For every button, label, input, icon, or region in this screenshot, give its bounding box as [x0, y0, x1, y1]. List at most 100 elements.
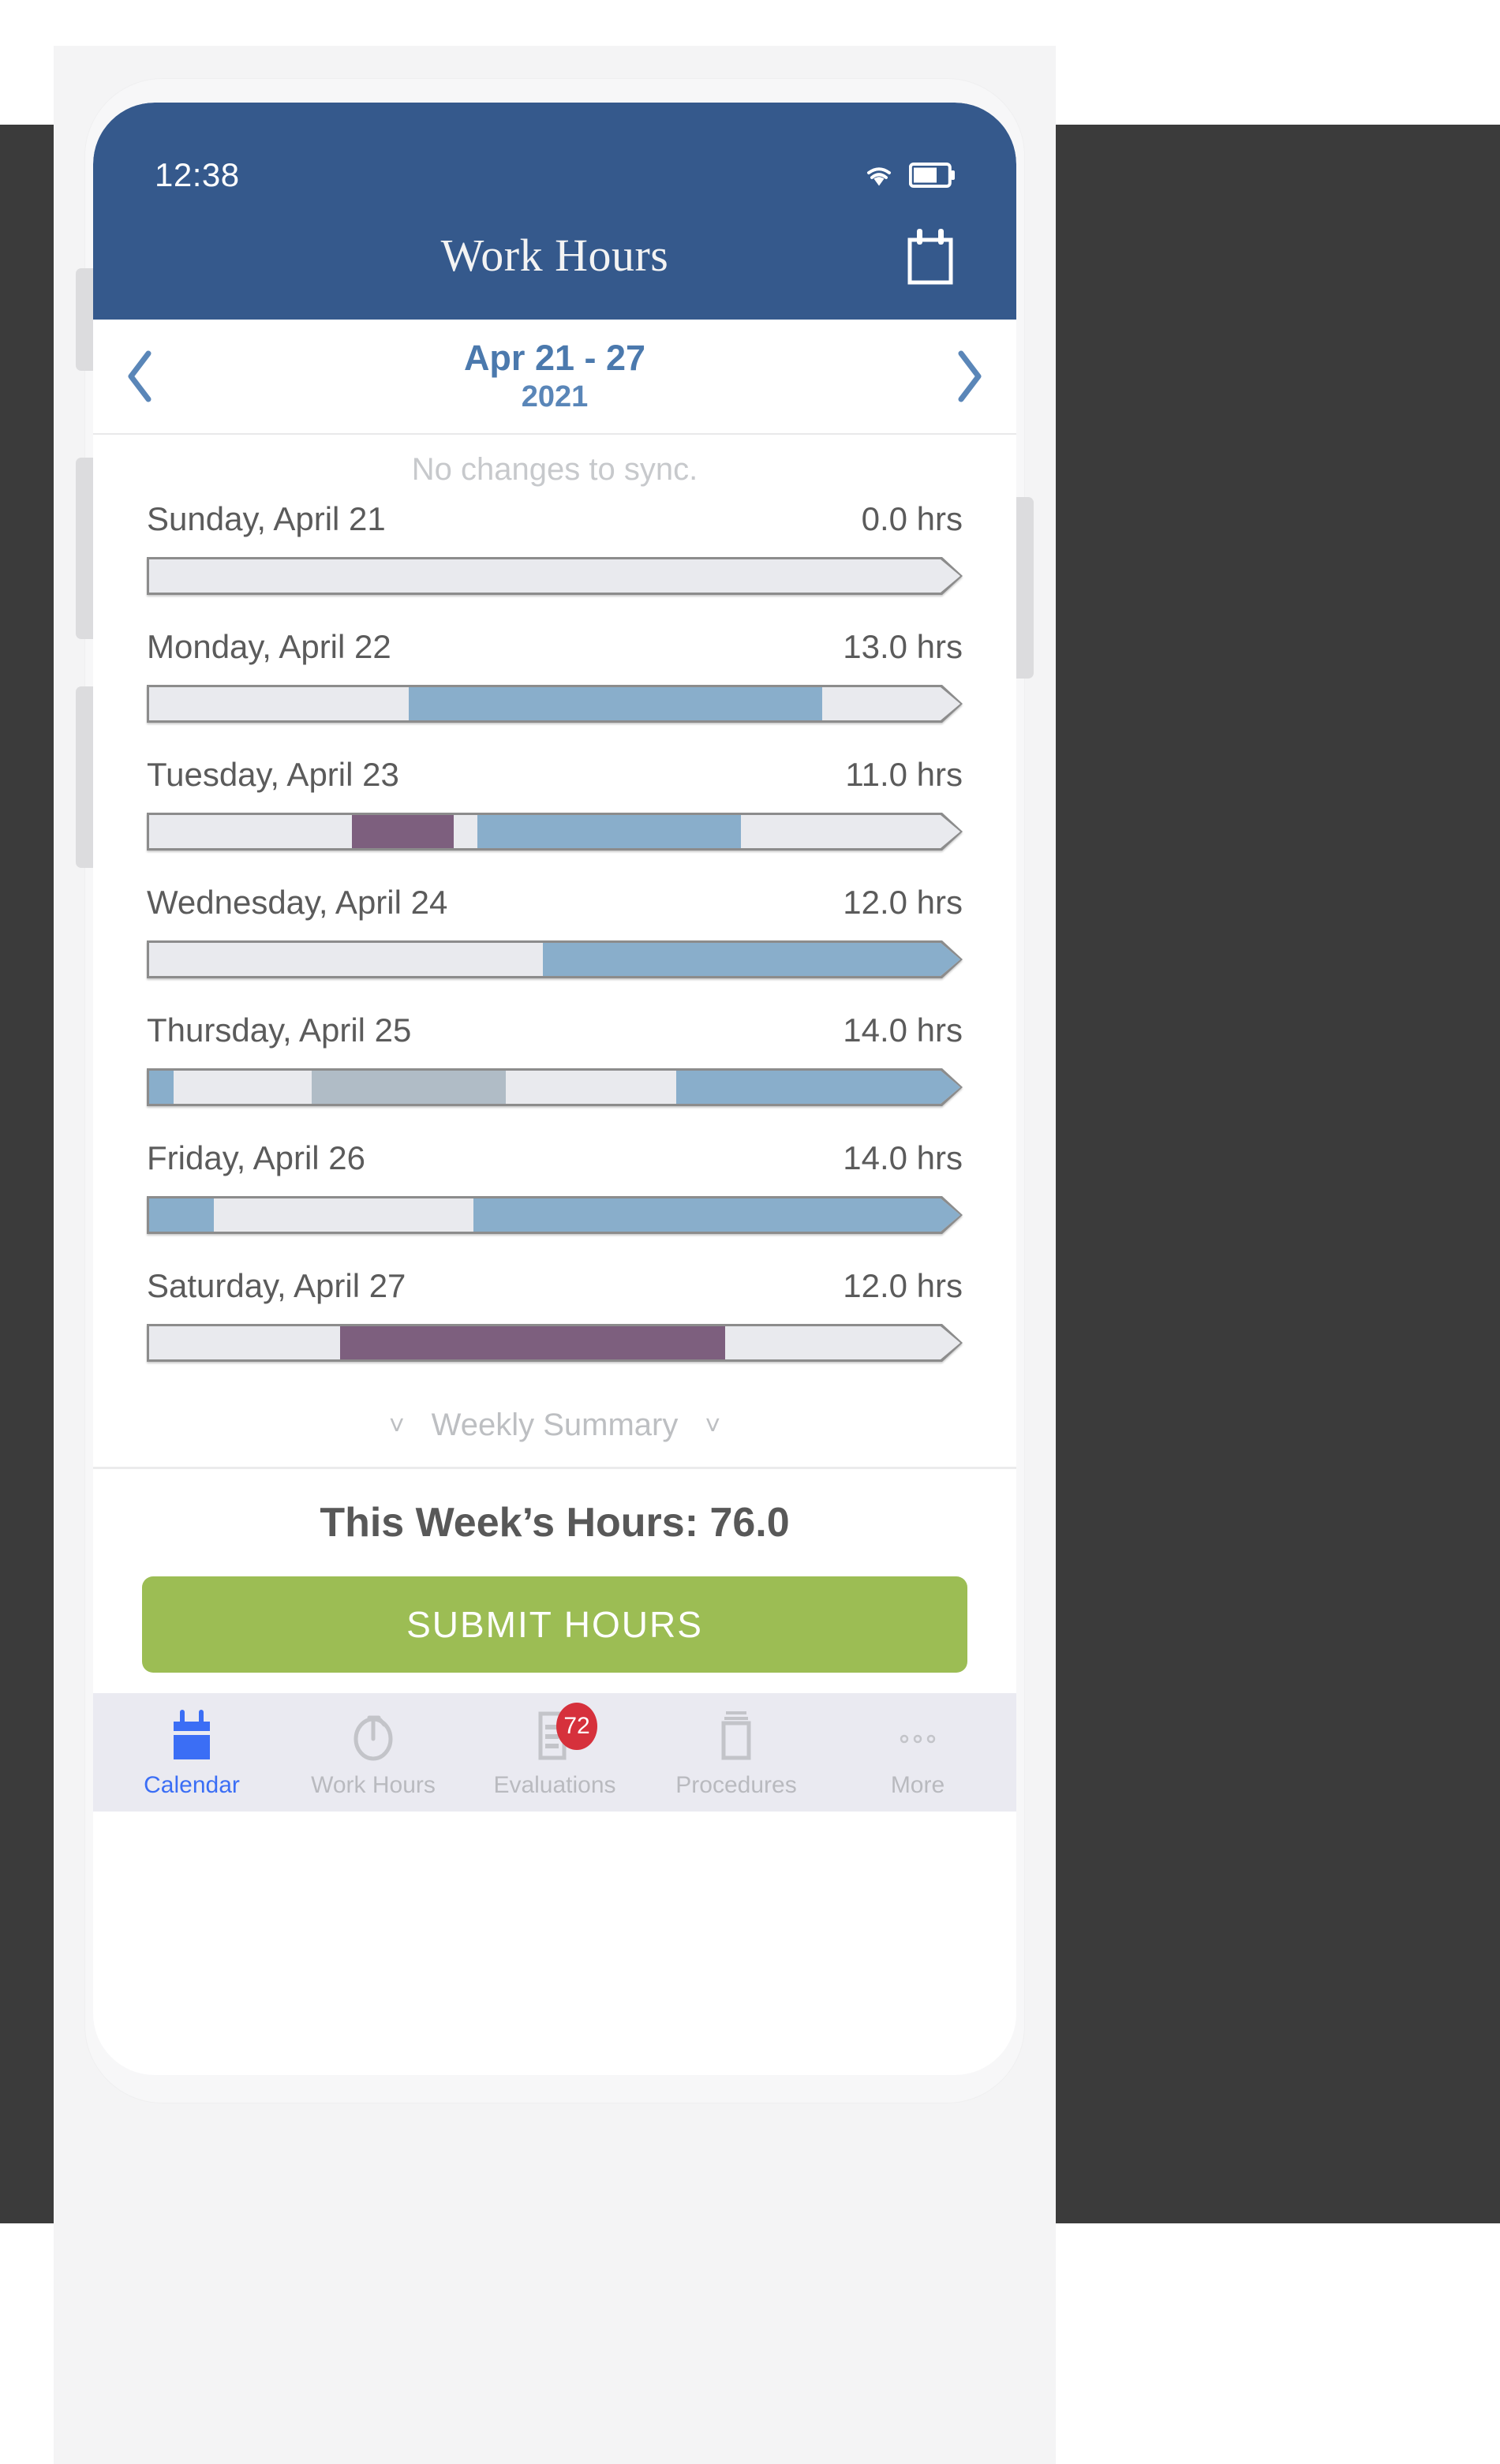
silent-switch-button[interactable] [76, 268, 93, 371]
day-row[interactable]: Friday, April 26 14.0 hrs [93, 1139, 1016, 1234]
sync-status-text: No changes to sync. [411, 452, 698, 487]
bar-segment [340, 1326, 725, 1359]
bar-segment [149, 1071, 174, 1104]
day-header: Wednesday, April 24 12.0 hrs [147, 884, 963, 922]
calendar-icon [167, 1707, 216, 1764]
weekly-summary-toggle[interactable]: ˅ Weekly Summary ˅ [93, 1395, 1016, 1469]
weekly-summary-label: Weekly Summary [431, 1408, 679, 1442]
day-list: No changes to sync. Sunday, April 21 0.0 … [93, 435, 1016, 1475]
day-header: Sunday, April 21 0.0 hrs [147, 500, 963, 538]
status-time: 12:38 [155, 156, 240, 193]
tab-more[interactable]: More [827, 1707, 1008, 1799]
day-hours-bar[interactable] [147, 940, 963, 978]
tab-label: Evaluations [493, 1772, 616, 1798]
bar-track [149, 687, 960, 720]
day-hours-value: 13.0 hrs [843, 628, 963, 665]
bar-segment [477, 815, 741, 848]
week-year-text: 2021 [521, 380, 589, 413]
day-row[interactable]: Wednesday, April 24 12.0 hrs [93, 884, 1016, 978]
day-row[interactable]: Thursday, April 25 14.0 hrs [93, 1011, 1016, 1106]
page-title: Work Hours [440, 230, 669, 281]
day-name-label: Tuesday, April 23 [147, 756, 399, 793]
tab-label: Procedures [675, 1772, 797, 1798]
week-label[interactable]: Apr 21 - 27 2021 [464, 339, 645, 413]
day-name-label: Friday, April 26 [147, 1139, 365, 1176]
day-hours-bar[interactable] [147, 1068, 963, 1106]
day-header: Thursday, April 25 14.0 hrs [147, 1011, 963, 1049]
notification-badge: 72 [556, 1703, 597, 1750]
day-name-label: Wednesday, April 24 [147, 884, 448, 921]
tab-label: More [890, 1772, 945, 1798]
bar-segment [676, 1071, 960, 1104]
bar-track [149, 815, 960, 848]
day-header: Tuesday, April 23 11.0 hrs [147, 756, 963, 794]
day-hours-value: 14.0 hrs [843, 1011, 963, 1049]
nav-calendar-button[interactable] [906, 227, 955, 286]
battery-icon [909, 163, 955, 188]
chevron-right-icon [958, 350, 982, 402]
footer-panel: This Week’s Hours: 76.0 SUBMIT HOURS [93, 1475, 1016, 1693]
ellipsis-icon [893, 1707, 942, 1764]
day-hours-bar[interactable] [147, 813, 963, 851]
day-name-label: Monday, April 22 [147, 628, 391, 665]
day-row[interactable]: Monday, April 22 13.0 hrs [93, 628, 1016, 723]
day-hours-bar[interactable] [147, 1324, 963, 1362]
sheet-top-strip [54, 0, 1056, 46]
tab-label: Calendar [144, 1772, 240, 1798]
day-header: Friday, April 26 14.0 hrs [147, 1139, 963, 1177]
bar-track [149, 1198, 960, 1232]
day-hours-bar[interactable] [147, 1196, 963, 1234]
chevron-down-icon-left: ˅ [388, 1410, 405, 1441]
list-icon [712, 1707, 761, 1764]
day-row[interactable]: Tuesday, April 23 11.0 hrs [93, 756, 1016, 851]
phone-device-frame: 12:38 Work Hours Apr 21 - 27 2021 No cha… [76, 79, 1034, 2103]
volume-up-button[interactable] [76, 458, 93, 639]
bar-segment [312, 1071, 507, 1104]
day-header: Monday, April 22 13.0 hrs [147, 628, 963, 666]
day-hours-value: 11.0 hrs [845, 756, 963, 793]
day-hours-value: 12.0 hrs [843, 884, 963, 921]
next-week-button[interactable] [937, 345, 1001, 408]
day-header: Saturday, April 27 12.0 hrs [147, 1267, 963, 1305]
day-name-label: Sunday, April 21 [147, 500, 386, 537]
power-button[interactable] [1016, 497, 1034, 679]
day-name-label: Thursday, April 25 [147, 1011, 412, 1049]
submit-hours-button[interactable]: SUBMIT HOURS [142, 1576, 967, 1673]
week-selector: Apr 21 - 27 2021 [93, 320, 1016, 435]
status-bar: 12:38 [93, 151, 1016, 199]
day-hours-bar[interactable] [147, 557, 963, 595]
navigation-bar: 12:38 Work Hours [93, 103, 1016, 320]
week-range-text: Apr 21 - 27 [463, 338, 646, 379]
day-hours-value: 14.0 hrs [843, 1139, 963, 1176]
day-row[interactable]: Sunday, April 21 0.0 hrs [93, 500, 1016, 595]
days-container: Sunday, April 21 0.0 hrs Monday, April 22 1… [93, 500, 1016, 1362]
day-row[interactable]: Saturday, April 27 12.0 hrs [93, 1267, 1016, 1362]
tab-calendar[interactable]: Calendar [101, 1707, 282, 1799]
status-icons [863, 163, 955, 188]
bar-track [149, 1326, 960, 1359]
day-hours-value: 12.0 hrs [843, 1267, 963, 1304]
bar-segment [543, 943, 960, 976]
bar-segment [352, 815, 454, 848]
tab-procedures[interactable]: Procedures [645, 1707, 827, 1799]
bar-track [149, 559, 960, 593]
phone-screen: 12:38 Work Hours Apr 21 - 27 2021 No cha… [93, 103, 1016, 2075]
tab-evaluations[interactable]: 72 Evaluations [464, 1703, 645, 1799]
tab-label: Work Hours [311, 1772, 436, 1798]
week-total-hours: This Week’s Hours: 76.0 [320, 1500, 790, 1546]
calendar-icon [907, 229, 953, 285]
bar-track [149, 943, 960, 976]
bottom-tab-bar: Calendar Work Hours 72 Evaluations Proced… [93, 1693, 1016, 1812]
bar-segment [149, 1198, 214, 1232]
bar-segment [473, 1198, 960, 1232]
day-hours-value: 0.0 hrs [861, 500, 963, 537]
chevron-left-icon [128, 350, 151, 402]
tab-work-hours[interactable]: Work Hours [282, 1707, 464, 1799]
clock-icon [349, 1707, 398, 1764]
day-hours-bar[interactable] [147, 685, 963, 723]
day-name-label: Saturday, April 27 [147, 1267, 406, 1304]
bar-segment [409, 687, 822, 720]
previous-week-button[interactable] [109, 345, 172, 408]
volume-down-button[interactable] [76, 686, 93, 868]
document-icon: 72 [530, 1703, 597, 1764]
